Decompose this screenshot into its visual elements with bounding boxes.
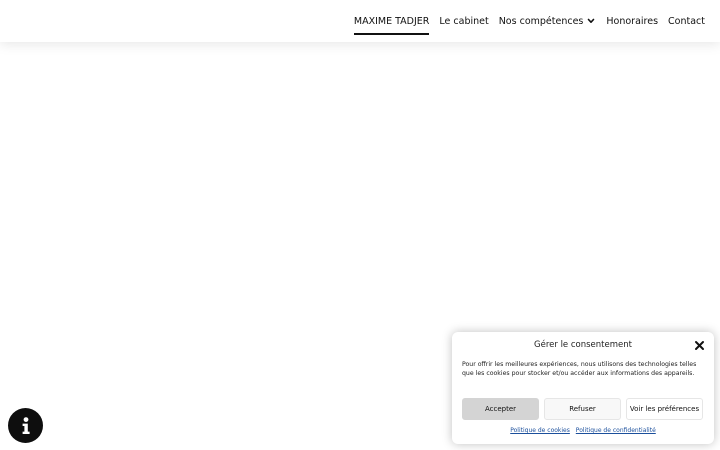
refuse-button[interactable]: Refuser: [544, 398, 621, 420]
privacy-policy-link[interactable]: Politique de confidentialité: [576, 427, 656, 434]
nav-item-nos-competences[interactable]: Nos compétences: [499, 0, 597, 42]
nav-item-contact[interactable]: Contact: [668, 0, 705, 42]
main-nav: MAXIME TADJER Le cabinet Nos compétences…: [353, 0, 705, 42]
nav-item-label: Honoraires: [606, 15, 659, 27]
nav-item-le-cabinet[interactable]: Le cabinet: [439, 0, 488, 42]
nav-item-maxime-tadjer[interactable]: MAXIME TADJER: [353, 0, 430, 42]
nav-item-label: Contact: [668, 15, 705, 27]
consent-message: Pour offrir les meilleures expériences, …: [462, 361, 697, 377]
cookie-policy-link[interactable]: Politique de cookies: [510, 427, 570, 434]
close-icon[interactable]: [694, 340, 705, 351]
info-icon: [22, 416, 30, 434]
nav-item-label: Nos compétences: [498, 15, 584, 27]
accept-button[interactable]: Accepter: [462, 398, 539, 420]
nav-item-label: Le cabinet: [439, 15, 489, 27]
consent-buttons: Accepter Refuser Voir les préférences: [462, 398, 703, 420]
consent-links: Politique de cookies Politique de confid…: [452, 427, 714, 434]
nav-item-label: MAXIME TADJER: [353, 15, 430, 27]
cookie-consent-banner: Gérer le consentement Pour offrir les me…: [452, 332, 714, 444]
consent-title: Gérer le consentement: [534, 340, 632, 350]
view-preferences-button[interactable]: Voir les préférences: [626, 398, 703, 420]
accessibility-info-button[interactable]: [8, 408, 43, 443]
chevron-down-icon: [588, 18, 595, 23]
nav-item-honoraires[interactable]: Honoraires: [606, 0, 658, 42]
site-header: MAXIME TADJER Le cabinet Nos compétences…: [0, 0, 720, 42]
